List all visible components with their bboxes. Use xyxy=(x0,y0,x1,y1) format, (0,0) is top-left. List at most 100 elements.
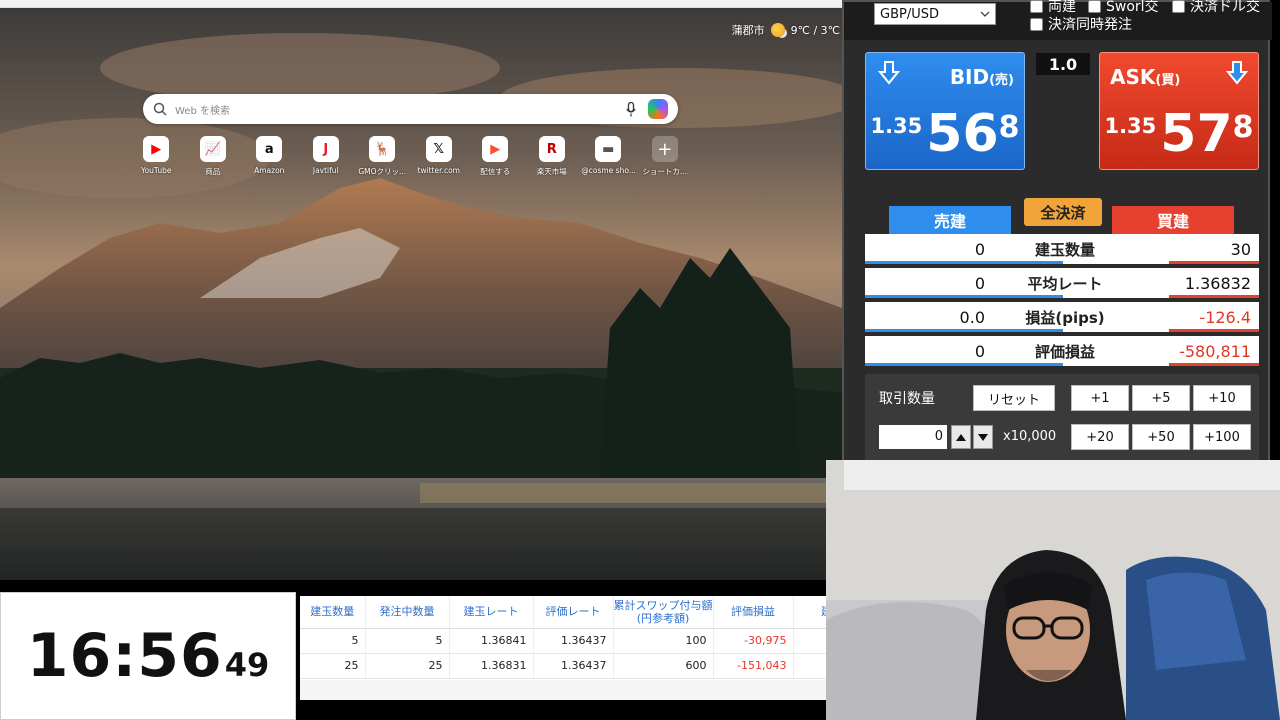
row-label: 評価損益 xyxy=(1034,342,1095,361)
column-header[interactable]: 発注中数量 xyxy=(365,596,450,629)
currency-pair-select[interactable]: GBP/USD xyxy=(874,3,996,25)
ask-price: 1.35 57 8 xyxy=(1104,104,1254,164)
row-label: 平均レート xyxy=(1027,274,1103,293)
browser-tab-strip[interactable] xyxy=(0,0,842,8)
copilot-icon[interactable] xyxy=(648,99,668,119)
column-header[interactable]: 建玉レート xyxy=(449,596,534,629)
screen: 蒲郡市 9℃ / 3℃ Web を検索 ▶ YouTube 📈 商品 a Amazon J J… xyxy=(0,0,1280,720)
checkbox[interactable] xyxy=(1030,0,1043,13)
shortcut-tile[interactable]: + ショートカ... xyxy=(637,136,694,177)
table-body: 551.368411.36437100-30,975025251.368311.… xyxy=(300,628,834,679)
column-header[interactable]: 評価損益 xyxy=(713,596,794,629)
qty-add-20-button[interactable]: +20 xyxy=(1071,424,1129,450)
positions-table: 建玉数量発注中数量建玉レート評価レート累計スワップ付与額 (円参考額)評価損益建… xyxy=(300,596,834,700)
shortcut-label: twitter.com xyxy=(417,166,460,175)
table-footer xyxy=(300,680,834,700)
buy-value: 30 xyxy=(1230,239,1251,259)
table-header-row: 建玉数量発注中数量建玉レート評価レート累計スワップ付与額 (円参考額)評価損益建 xyxy=(300,596,834,629)
shortcut-tile[interactable]: ▶ YouTube xyxy=(128,136,185,177)
sell-divider xyxy=(865,295,1063,298)
search-placeholder: Web を検索 xyxy=(175,105,230,117)
digital-clock: 16:56 49 xyxy=(0,592,296,720)
web-search-box[interactable]: Web を検索 xyxy=(143,94,678,124)
column-header[interactable]: 評価レート xyxy=(533,596,614,629)
trade-quantity-panel: 取引数量 リセット +1 +5 +10 0 x10,000 +20 +50 +1… xyxy=(865,374,1259,466)
qty-add-5-button[interactable]: +5 xyxy=(1132,385,1190,411)
buy-value: -580,811 xyxy=(1179,341,1251,361)
shortcut-tile[interactable]: 🦌 GMOクリッ... xyxy=(354,136,411,177)
microphone-icon[interactable] xyxy=(622,100,640,118)
shortcut-label: ショートカ... xyxy=(642,167,688,176)
chart-icon: 📈 xyxy=(199,136,226,162)
shortcut-label: YouTube xyxy=(141,166,172,175)
option-label: 決済ドル交 xyxy=(1190,0,1260,15)
buy-value: -126.4 xyxy=(1199,307,1251,327)
sell-divider xyxy=(865,363,1063,366)
sell-value: 0 xyxy=(974,341,985,361)
row-label: 建玉数量 xyxy=(1034,240,1095,259)
qty-add-1-button[interactable]: +1 xyxy=(1071,385,1129,411)
table-row[interactable]: 25251.368311.36437600-151,0430 xyxy=(300,653,834,679)
shortcut-tile[interactable]: ▬ @cosme sho... xyxy=(580,136,637,177)
option-simultaneous-close[interactable]: 決済同時発注 xyxy=(1030,14,1132,34)
shortcut-tiles: ▶ YouTube 📈 商品 a Amazon J Javtiful 🦌 GMOクリッ... 𝕏tw… xyxy=(128,136,693,177)
qty-decrement-button[interactable] xyxy=(973,425,993,449)
ask-title: ASK(買) xyxy=(1110,65,1181,89)
arrow-down-icon xyxy=(1226,61,1248,85)
buy-value: 1.36832 xyxy=(1184,273,1251,293)
cosme-icon: ▬ xyxy=(595,136,622,162)
table-cell: 1.36437 xyxy=(533,653,614,679)
checkbox[interactable] xyxy=(1088,0,1101,13)
javtiful-icon: J xyxy=(312,136,339,162)
bid-sell-button[interactable]: BID(売) 1.35 56 8 xyxy=(865,52,1025,170)
arrow-down-icon xyxy=(878,61,900,85)
table-row[interactable]: 551.368411.36437100-30,9750 xyxy=(300,628,834,654)
summary-row: 0 平均レート 1.36832 xyxy=(865,268,1259,298)
lot-size-display: 1.0 xyxy=(1036,53,1090,75)
triangle-up-icon xyxy=(956,433,966,441)
table-cell: 100 xyxy=(613,628,714,654)
shortcut-tile[interactable]: R 楽天市場 xyxy=(524,136,581,177)
buy-divider xyxy=(1169,329,1259,332)
sell-value: 0 xyxy=(974,239,985,259)
buy-divider xyxy=(1169,363,1259,366)
shortcut-tile[interactable]: a Amazon xyxy=(241,136,298,177)
currency-pair-value: GBP/USD xyxy=(880,6,939,22)
qty-add-50-button[interactable]: +50 xyxy=(1132,424,1190,450)
sell-value: 0.0 xyxy=(959,307,985,327)
table-cell: 600 xyxy=(613,653,714,679)
shortcut-label: 配信する xyxy=(480,167,511,176)
browser-new-tab: 蒲郡市 9℃ / 3℃ Web を検索 ▶ YouTube 📈 商品 a Amazon J J… xyxy=(0,0,842,580)
table-cell: 1.36841 xyxy=(449,628,534,654)
shortcut-label: Amazon xyxy=(254,166,285,175)
weather-widget[interactable]: 蒲郡市 9℃ / 3℃ xyxy=(732,22,842,38)
amazon-icon: a xyxy=(256,136,283,162)
search-icon xyxy=(153,102,167,116)
qty-increment-button[interactable] xyxy=(951,425,971,449)
table-cell: 25 xyxy=(300,653,366,679)
table-cell: -30,975 xyxy=(713,628,794,654)
table-cell: 1.36831 xyxy=(449,653,534,679)
column-header[interactable]: 建玉数量 xyxy=(300,596,366,629)
option-close-dollar[interactable]: 決済ドル交 xyxy=(1172,0,1260,16)
checkbox[interactable] xyxy=(1172,0,1185,13)
shortcut-tile[interactable]: 📈 商品 xyxy=(185,136,242,177)
qty-add-100-button[interactable]: +100 xyxy=(1193,424,1251,450)
column-header[interactable]: 累計スワップ付与額 (円参考額) xyxy=(613,596,714,629)
buy-divider xyxy=(1169,261,1259,264)
close-all-button[interactable]: 全決済 xyxy=(1024,198,1102,226)
reset-button[interactable]: リセット xyxy=(973,385,1055,411)
ask-buy-button[interactable]: ASK(買) 1.35 57 8 xyxy=(1099,52,1259,170)
trade-quantity-input[interactable]: 0 xyxy=(879,425,947,449)
shortcut-label: Javtiful xyxy=(312,166,339,175)
qty-add-10-button[interactable]: +10 xyxy=(1193,385,1251,411)
checkbox[interactable] xyxy=(1030,17,1043,31)
buy-divider xyxy=(1169,295,1259,298)
shortcut-tile[interactable]: J Javtiful xyxy=(298,136,355,177)
shortcut-tile[interactable]: 𝕏twitter.com xyxy=(411,136,468,177)
weather-city: 蒲郡市 xyxy=(731,24,765,37)
shortcut-tile[interactable]: ▶ 配信する xyxy=(467,136,524,177)
sell-divider xyxy=(865,261,1063,264)
weather-temp: 9℃ / 3℃ xyxy=(790,23,840,37)
sell-value: 0 xyxy=(974,273,985,293)
